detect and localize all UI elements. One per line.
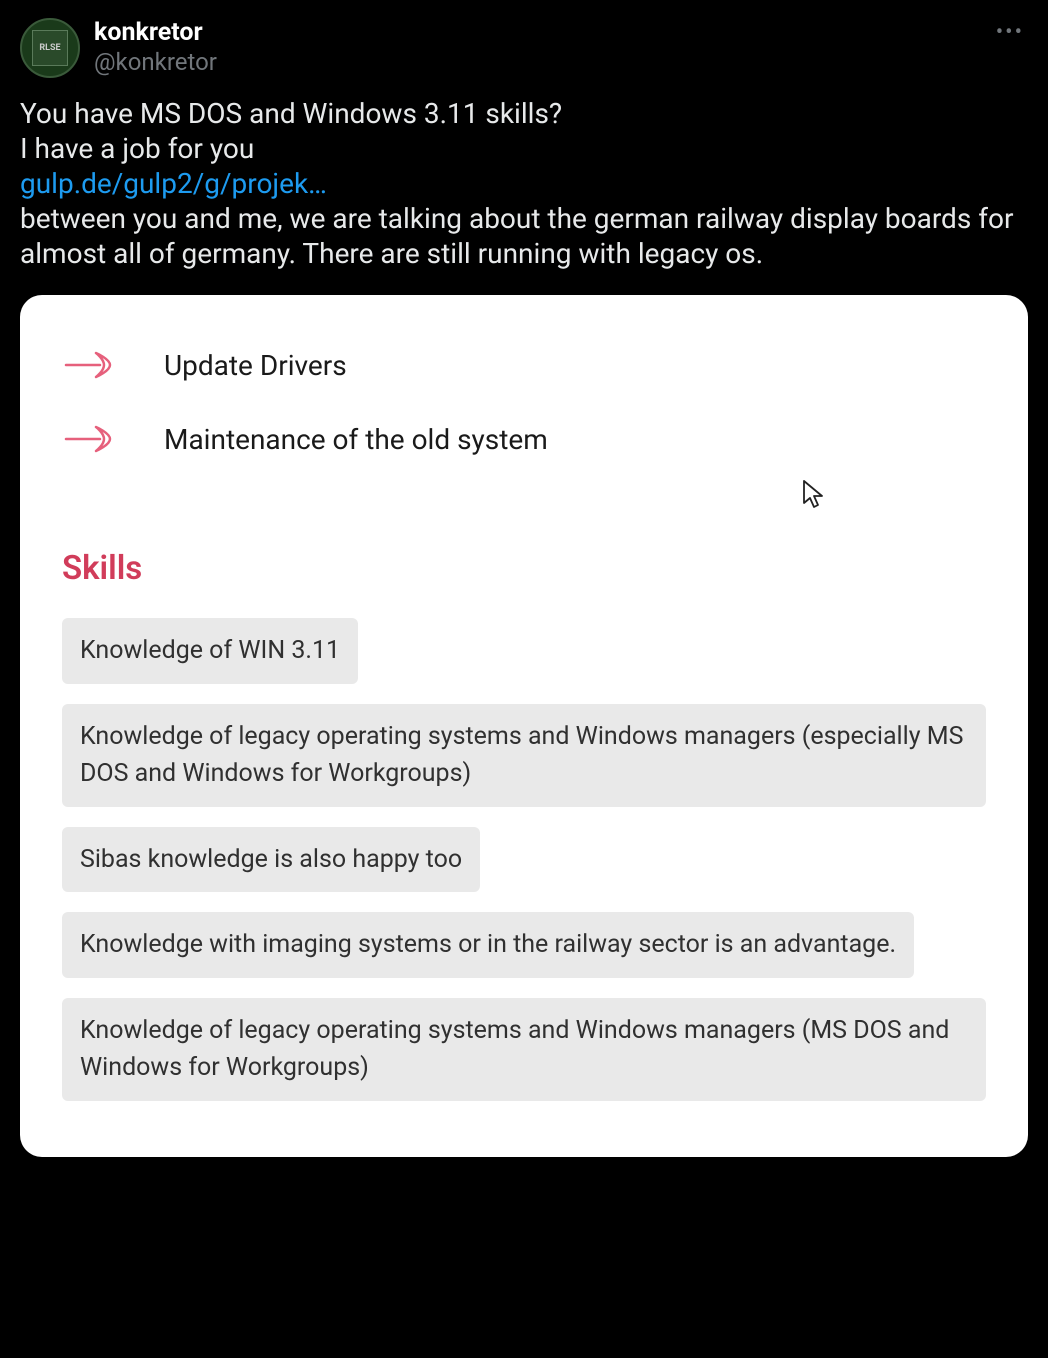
cursor-icon	[802, 479, 826, 509]
avatar[interactable]: RLSE	[20, 18, 80, 78]
tweet-body: You have MS DOS and Windows 3.11 skills?…	[20, 96, 1028, 271]
skill-chip: Knowledge of legacy operating systems an…	[62, 998, 986, 1101]
arrow-right-icon	[62, 345, 122, 385]
skills-heading: Skills	[62, 549, 986, 588]
task-row: Maintenance of the old system	[62, 419, 986, 459]
skill-chip: Knowledge of legacy operating systems an…	[62, 704, 986, 807]
tweet-container: RLSE konkretor @konkretor ••• You have M…	[0, 0, 1048, 1177]
user-block[interactable]: RLSE konkretor @konkretor	[20, 18, 217, 78]
tweet-line-2: I have a job for you	[20, 132, 254, 165]
user-names: konkretor @konkretor	[94, 19, 217, 77]
skill-chip: Knowledge of WIN 3.11	[62, 618, 358, 684]
tweet-link[interactable]: gulp.de/gulp2/g/projek…	[20, 167, 327, 200]
user-display-name[interactable]: konkretor	[94, 19, 217, 48]
tweet-header: RLSE konkretor @konkretor •••	[20, 18, 1028, 78]
arrow-right-icon	[62, 419, 122, 459]
task-text: Update Drivers	[164, 349, 347, 382]
task-text: Maintenance of the old system	[164, 423, 548, 456]
task-row: Update Drivers	[62, 345, 986, 385]
more-icon[interactable]: •••	[992, 18, 1028, 48]
user-handle[interactable]: @konkretor	[94, 48, 217, 77]
skill-chip: Sibas knowledge is also happy too	[62, 827, 480, 893]
skill-chip: Knowledge with imaging systems or in the…	[62, 912, 914, 978]
tweet-line-1: You have MS DOS and Windows 3.11 skills?	[20, 97, 562, 130]
tweet-line-3: between you and me, we are talking about…	[20, 202, 1013, 270]
embedded-card: Update Drivers Maintenance of the old sy…	[20, 295, 1028, 1157]
avatar-badge: RLSE	[32, 30, 68, 66]
